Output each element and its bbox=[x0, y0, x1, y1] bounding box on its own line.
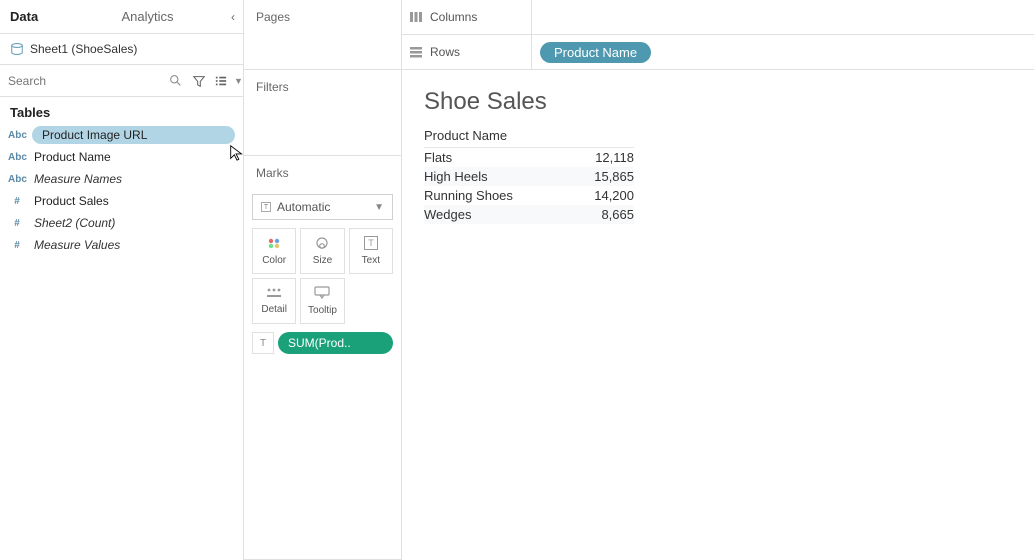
search-row: ▼ bbox=[0, 65, 243, 97]
rows-label: Rows bbox=[430, 35, 532, 69]
text-mark-indicator-icon[interactable]: T bbox=[252, 332, 274, 354]
mark-color-button[interactable]: Color bbox=[252, 228, 296, 274]
chevron-down-icon: ▼ bbox=[374, 202, 384, 213]
filters-label: Filters bbox=[244, 70, 401, 100]
collapse-sidebar-button[interactable]: ‹ bbox=[223, 0, 243, 33]
measure-pill-sum-product-sales[interactable]: SUM(Prod.. bbox=[278, 332, 393, 354]
row-label: Wedges bbox=[424, 207, 471, 222]
row-label: Flats bbox=[424, 150, 452, 165]
hash-icon: # bbox=[8, 196, 26, 207]
color-icon bbox=[266, 236, 282, 253]
columns-label: Columns bbox=[430, 0, 532, 34]
row-value: 15,865 bbox=[594, 169, 634, 184]
mark-color-label: Color bbox=[262, 255, 286, 266]
field-label: Sheet2 (Count) bbox=[34, 216, 115, 230]
field-product-sales[interactable]: # Product Sales bbox=[0, 190, 243, 212]
marks-card: Marks T Automatic ▼ Color bbox=[244, 156, 401, 560]
rows-drop-zone[interactable]: Product Name bbox=[532, 42, 1034, 63]
hash-icon: # bbox=[8, 218, 26, 229]
row-label: Running Shoes bbox=[424, 188, 513, 203]
text-icon: T bbox=[364, 236, 378, 253]
viz-column-header: Product Name bbox=[424, 128, 634, 148]
hash-icon: # bbox=[8, 240, 26, 251]
marks-label: Marks bbox=[244, 156, 401, 186]
mark-text-button[interactable]: T Text bbox=[349, 228, 393, 274]
mark-size-label: Size bbox=[313, 255, 332, 266]
datasource-icon bbox=[10, 42, 24, 56]
fields-list: Abc Product Image URL Abc Product Name A… bbox=[0, 124, 243, 256]
data-pane: Data Analytics ‹ Sheet1 (ShoeSales) ▼ Ta… bbox=[0, 0, 244, 560]
dimension-pill-product-name[interactable]: Product Name bbox=[540, 42, 651, 63]
mark-tooltip-label: Tooltip bbox=[308, 305, 337, 316]
tooltip-icon bbox=[314, 286, 330, 303]
field-product-name[interactable]: Abc Product Name bbox=[0, 146, 243, 168]
row-value: 8,665 bbox=[601, 207, 634, 222]
shelves-column: Pages Filters Marks T Automatic ▼ bbox=[244, 0, 402, 560]
abc-icon: Abc bbox=[8, 152, 26, 163]
field-label: Product Sales bbox=[34, 194, 109, 208]
canvas-area: Columns Rows Product Name Shoe Sales Pro… bbox=[402, 0, 1034, 560]
columns-icon bbox=[402, 11, 430, 23]
field-product-image-url[interactable]: Abc Product Image URL bbox=[0, 124, 243, 146]
viz-canvas: Shoe Sales Product Name Flats 12,118 Hig… bbox=[402, 70, 1034, 560]
table-row[interactable]: Wedges 8,665 bbox=[424, 205, 634, 224]
columns-shelf[interactable]: Columns bbox=[402, 0, 1034, 35]
field-label: Measure Values bbox=[34, 238, 120, 252]
field-label: Product Name bbox=[34, 150, 111, 164]
search-input[interactable] bbox=[8, 74, 163, 88]
svg-text:T: T bbox=[368, 238, 374, 248]
sheet-title[interactable]: Shoe Sales bbox=[424, 88, 1012, 116]
field-label: Product Image URL bbox=[42, 128, 147, 142]
mark-text-label: Text bbox=[362, 255, 380, 266]
filter-icon[interactable] bbox=[188, 74, 206, 88]
mark-size-button[interactable]: Size bbox=[300, 228, 344, 274]
mark-detail-button[interactable]: Detail bbox=[252, 278, 296, 324]
rows-shelf[interactable]: Rows Product Name bbox=[402, 35, 1034, 70]
abc-icon: Abc bbox=[8, 174, 26, 185]
table-row[interactable]: High Heels 15,865 bbox=[424, 167, 634, 186]
field-measure-values[interactable]: # Measure Values bbox=[0, 234, 243, 256]
mark-type-label: Automatic bbox=[277, 200, 330, 214]
chevron-down-icon[interactable]: ▼ bbox=[234, 76, 243, 86]
field-label: Measure Names bbox=[34, 172, 122, 186]
automatic-mark-icon: T bbox=[261, 202, 271, 212]
row-label: High Heels bbox=[424, 169, 488, 184]
table-row[interactable]: Running Shoes 14,200 bbox=[424, 186, 634, 205]
table-row[interactable]: Flats 12,118 bbox=[424, 148, 634, 167]
field-sheet2-count[interactable]: # Sheet2 (Count) bbox=[0, 212, 243, 234]
field-measure-names[interactable]: Abc Measure Names bbox=[0, 168, 243, 190]
row-value: 12,118 bbox=[595, 150, 634, 165]
sidebar-tabs: Data Analytics ‹ bbox=[0, 0, 243, 34]
abc-icon: Abc bbox=[8, 130, 26, 141]
pages-shelf[interactable]: Pages bbox=[244, 0, 401, 70]
row-value: 14,200 bbox=[594, 188, 634, 203]
size-icon bbox=[314, 236, 330, 253]
search-icon[interactable] bbox=[169, 74, 182, 87]
mark-type-dropdown[interactable]: T Automatic ▼ bbox=[252, 194, 393, 220]
tab-analytics[interactable]: Analytics bbox=[112, 0, 224, 33]
detail-icon bbox=[266, 287, 282, 302]
rows-icon bbox=[402, 46, 430, 58]
pages-label: Pages bbox=[244, 0, 401, 30]
tab-data[interactable]: Data bbox=[0, 0, 112, 33]
datasource-name: Sheet1 (ShoeSales) bbox=[30, 42, 137, 56]
mark-detail-label: Detail bbox=[261, 304, 287, 315]
filters-shelf[interactable]: Filters bbox=[244, 70, 401, 156]
datasource-row[interactable]: Sheet1 (ShoeSales) bbox=[0, 34, 243, 65]
mark-tooltip-button[interactable]: Tooltip bbox=[300, 278, 344, 324]
view-options-icon[interactable] bbox=[212, 75, 228, 87]
section-tables: Tables bbox=[0, 97, 243, 124]
